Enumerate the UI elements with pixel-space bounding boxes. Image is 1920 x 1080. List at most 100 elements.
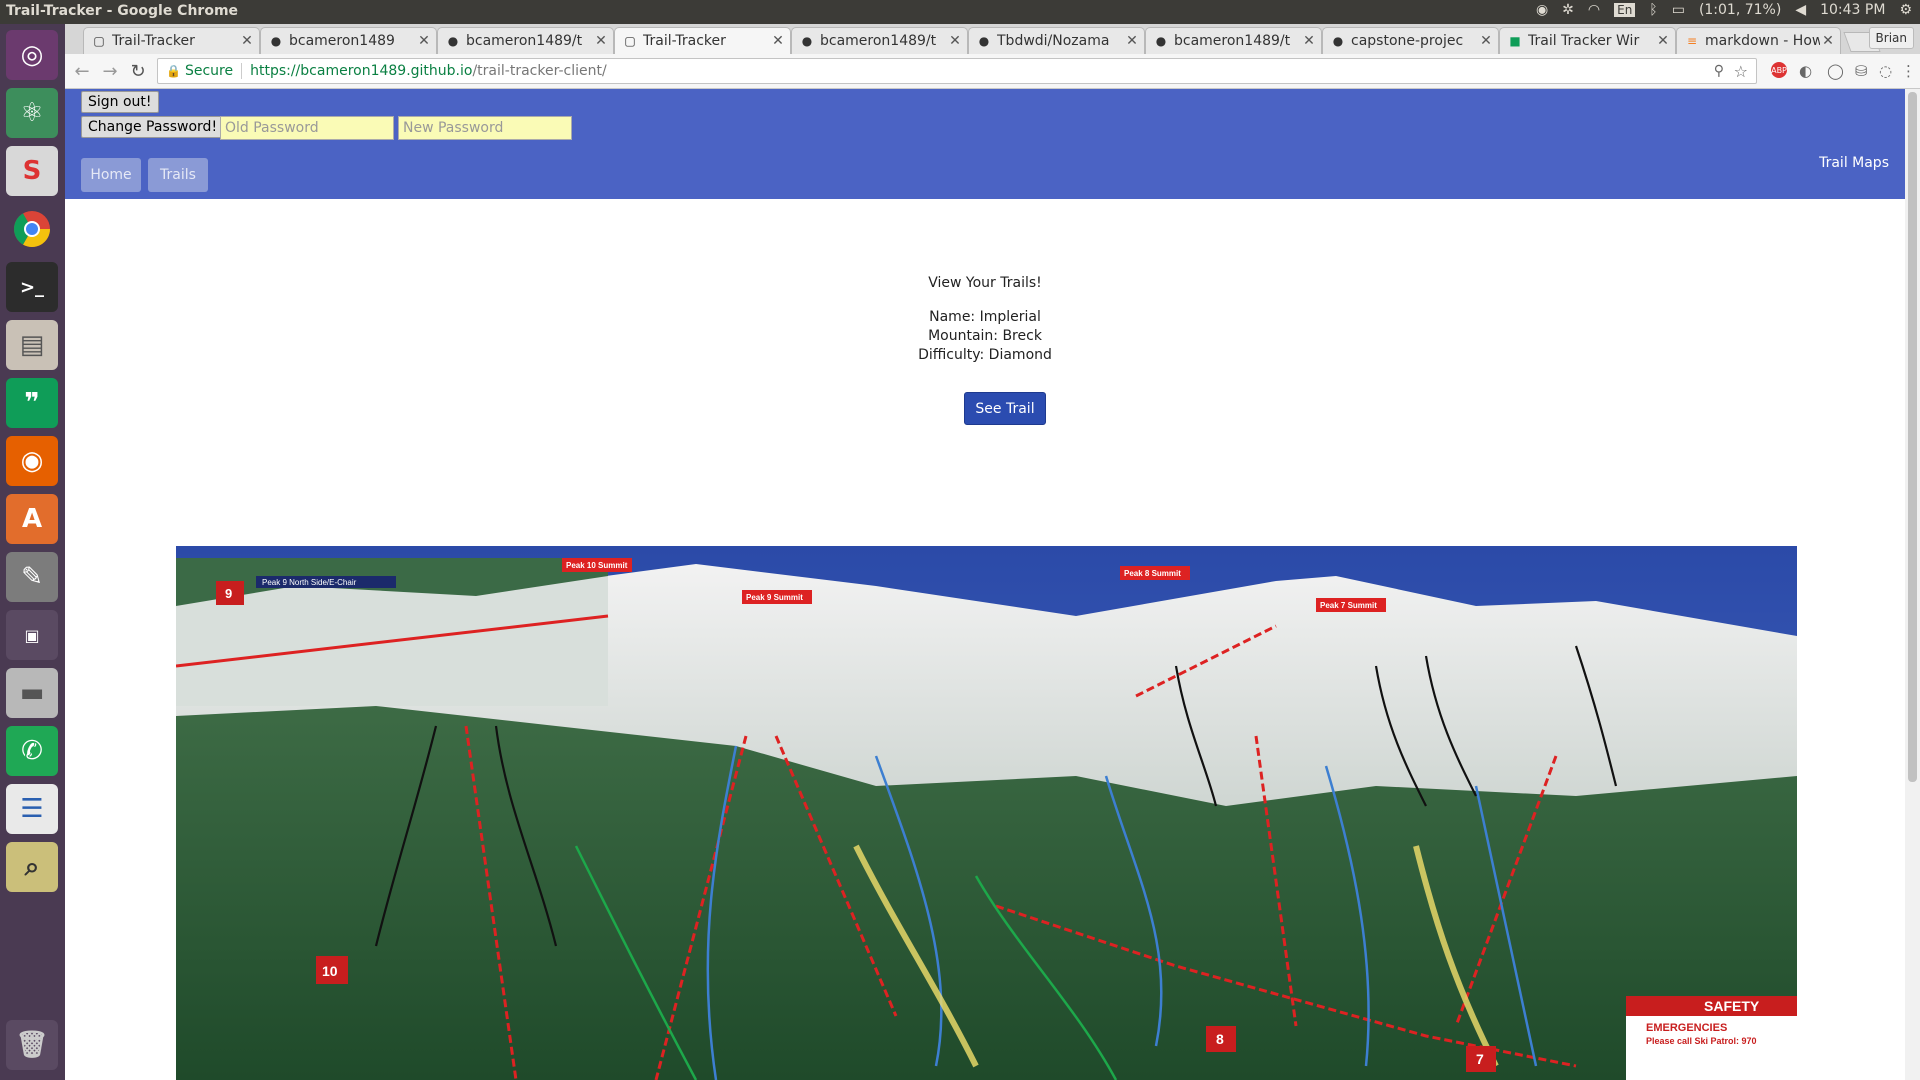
scrollbar-thumb[interactable] [1908,92,1917,782]
close-tab-icon[interactable]: ✕ [1478,33,1494,49]
see-trail-button[interactable]: See Trail [964,392,1046,425]
lock-icon: 🔒 [166,64,181,78]
battery-icon[interactable]: ▭ [1672,2,1685,18]
address-bar[interactable]: 🔒 Secure https://bcameron1489.github.io /… [157,58,1757,84]
trail-map-svg: Peak 10 Summit Peak 9 Summit Peak 8 Summ… [176,546,1797,1080]
reload-icon[interactable]: ↻ [127,60,149,82]
sign-out-button[interactable]: Sign out! [81,91,159,113]
nav-tab-home[interactable]: Home [81,158,141,192]
system-tray: ◉ ✲ ◠ En ᛒ ▭ (1:01, 71%) ◀ 10:43 PM ⚙ [1536,2,1912,18]
close-tab-icon[interactable]: ✕ [1655,33,1671,49]
browser-tab-active[interactable]: ▢ Trail-Tracker ✕ [614,27,791,54]
browser-tab[interactable]: ● bcameron1489/t ✕ [437,27,614,54]
trash-icon[interactable]: 🗑 [6,1020,58,1070]
bluetooth-icon[interactable]: ᛒ [1649,2,1657,18]
menu-icon[interactable]: ⋮ [1901,62,1916,80]
close-tab-icon[interactable]: ✕ [1820,33,1836,49]
github-icon: ● [978,34,990,48]
trail-difficulty: Difficulty: Diamond [918,347,1052,363]
slack-icon[interactable]: S [6,146,58,196]
hangouts-icon[interactable]: ❞ [6,378,58,428]
battery-status[interactable]: (1:01, 71%) [1699,2,1781,18]
peak-8-label: Peak 8 Summit [1124,569,1181,578]
files-icon[interactable]: ▤ [6,320,58,370]
bookmark-star-icon[interactable]: ☆ [1734,62,1748,81]
svg-text:9: 9 [225,586,232,601]
volume-icon[interactable]: ◀ [1795,2,1806,18]
location-pin-icon[interactable]: ⚲ [1714,63,1724,79]
peak-7-label: Peak 7 Summit [1320,601,1377,610]
browser-tab[interactable]: ▢ Trail-Tracker ✕ [83,27,260,54]
text-editor-icon[interactable]: ☰ [6,784,58,834]
peak-10-label: Peak 10 Summit [566,561,628,570]
browser-tab[interactable]: ● bcameron1489/t ✕ [791,27,968,54]
profile-button[interactable]: Brian [1868,27,1914,49]
brand-title[interactable]: Trail Maps [1819,155,1889,171]
system-top-bar: Trail-Tracker - Google Chrome ◉ ✲ ◠ En ᛒ… [0,0,1920,24]
github-icon: ● [270,34,282,48]
peak-9-label: Peak 9 Summit [746,593,803,602]
github-icon: ● [1332,34,1344,48]
patrol-label: Please call Ski Patrol: 970 [1646,1036,1757,1046]
page-icon: ▢ [93,34,105,48]
old-password-field[interactable]: Old Password [220,116,394,140]
chrome-indicator-icon[interactable]: ◉ [1536,2,1548,18]
terminal-icon[interactable]: >_ [6,262,58,312]
settings-indicator-icon[interactable]: ✲ [1562,2,1574,18]
address-separator [241,63,243,79]
extension-icon[interactable]: ⛁ [1855,62,1868,80]
clock[interactable]: 10:43 PM [1820,2,1885,18]
adblock-icon[interactable]: ABP [1771,62,1787,78]
browser-tab[interactable]: ● bcameron1489 ✕ [260,27,437,54]
page-scrollbar[interactable] [1905,89,1920,1080]
system-settings-icon[interactable]: ✎ [6,552,58,602]
github-icon: ● [447,34,459,48]
close-tab-icon[interactable]: ✕ [947,33,963,49]
software-center-icon[interactable]: A [6,494,58,544]
github-icon: ● [801,34,813,48]
atom-editor-icon[interactable]: ⚛ [6,88,58,138]
browser-tab[interactable]: ■ Trail Tracker Wir ✕ [1499,27,1676,54]
forward-icon[interactable]: → [99,60,121,82]
browser-tab[interactable]: ● capstone-projec ✕ [1322,27,1499,54]
firefox-icon[interactable]: ◉ [6,436,58,486]
close-tab-icon[interactable]: ✕ [1301,33,1317,49]
wifi-icon[interactable]: ◠ [1588,2,1600,18]
disk-icon[interactable]: ▬ [6,668,58,718]
svg-text:7: 7 [1476,1051,1484,1067]
close-tab-icon[interactable]: ✕ [770,33,786,49]
back-icon[interactable]: ← [71,60,93,82]
close-tab-icon[interactable]: ✕ [1124,33,1140,49]
browser-tab[interactable]: ● bcameron1489/t ✕ [1145,27,1322,54]
close-tab-icon[interactable]: ✕ [239,33,255,49]
nav-tab-trails[interactable]: Trails [148,158,208,192]
new-password-field[interactable]: New Password [398,116,572,140]
browser-toolbar: ← → ↻ 🔒 Secure https://bcameron1489.gith… [65,54,1920,89]
keyboard-layout[interactable]: En [1614,3,1636,17]
chrome-icon[interactable] [6,204,58,254]
unity-launcher: ◎ ⚛ S >_ ▤ ❞ ◉ A ✎ ▣ ▬ ✆ ☰ ⌕ 🗑 [0,24,65,1080]
svg-text:8: 8 [1216,1031,1224,1047]
close-tab-icon[interactable]: ✕ [593,33,609,49]
workspace-switcher-icon[interactable]: ▣ [6,610,58,660]
whatsapp-icon[interactable]: ✆ [6,726,58,776]
browser-tab[interactable]: ≡ markdown - How ✕ [1676,27,1841,54]
close-tab-icon[interactable]: ✕ [416,33,432,49]
window-title: Trail-Tracker - Google Chrome [6,3,239,19]
page-icon: ▢ [624,34,636,48]
extension-icon[interactable]: ◐ [1799,62,1812,80]
svg-text:10: 10 [322,963,338,979]
app-icon: ■ [1509,34,1521,48]
change-password-button[interactable]: Change Password! [81,116,225,138]
page-heading: View Your Trails! [928,275,1042,291]
browser-tab[interactable]: ● Tbdwdi/Nozama ✕ [968,27,1145,54]
extension-icon[interactable]: ◌ [1879,62,1892,80]
secure-label: Secure [184,63,234,79]
ubuntu-dash-icon[interactable]: ◎ [6,30,58,80]
browser-window: ▢ Trail-Tracker ✕ ● bcameron1489 ✕ ● bcameron… [65,24,1920,1080]
tab-strip: ▢ Trail-Tracker ✕ ● bcameron1489 ✕ ● bcameron… [65,24,1920,54]
extension-icon[interactable]: ◯ [1827,62,1844,80]
url-path: /trail-tracker-client/ [472,63,607,79]
power-icon[interactable]: ⚙ [1899,2,1912,18]
image-viewer-icon[interactable]: ⌕ [6,842,58,892]
